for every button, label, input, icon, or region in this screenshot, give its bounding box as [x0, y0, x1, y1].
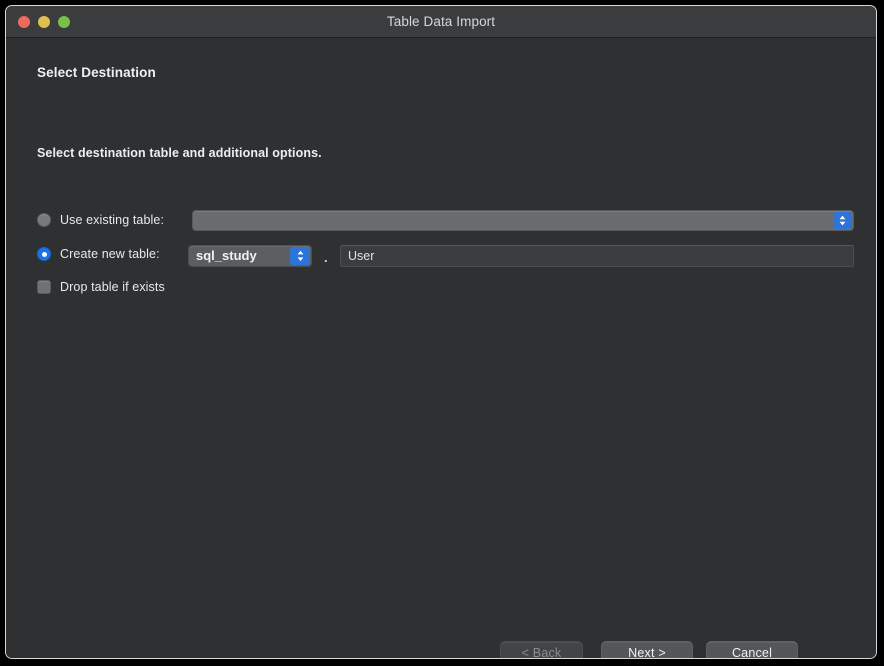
schema-select-value: sql_study	[196, 248, 257, 263]
next-button[interactable]: Next >	[601, 641, 693, 658]
section-instruction-label: Select destination table and additional …	[37, 146, 322, 160]
create-new-table-row[interactable]: Create new table:	[37, 242, 160, 266]
use-existing-table-label: Use existing table:	[60, 213, 165, 227]
create-new-table-label: Create new table:	[60, 247, 160, 261]
dialog-content: Select Destination Select destination ta…	[6, 38, 876, 658]
page-title: Select Destination	[37, 65, 156, 80]
chevron-updown-icon[interactable]	[833, 212, 852, 229]
dialog-footer: < Back Next > Cancel	[6, 641, 876, 658]
drop-table-if-exists-row[interactable]: Drop table if exists	[37, 276, 165, 298]
use-existing-table-radio[interactable]	[37, 213, 51, 227]
schema-select[interactable]: sql_study	[188, 245, 312, 267]
window-title: Table Data Import	[386, 14, 496, 29]
existing-table-combobox[interactable]	[192, 210, 854, 231]
new-table-name-input[interactable]: User	[340, 245, 854, 267]
window-titlebar: Table Data Import	[6, 6, 876, 38]
drop-table-if-exists-checkbox[interactable]	[37, 280, 51, 294]
use-existing-table-row[interactable]: Use existing table:	[37, 208, 164, 232]
back-button[interactable]: < Back	[500, 641, 583, 658]
new-table-name-value: User	[348, 249, 375, 263]
table-data-import-window: Table Data Import Select Destination Sel…	[5, 5, 877, 659]
chevron-updown-icon[interactable]	[290, 247, 310, 265]
schema-table-separator: .	[324, 250, 328, 265]
drop-table-if-exists-label: Drop table if exists	[60, 280, 165, 294]
create-new-table-radio[interactable]	[37, 247, 51, 261]
cancel-button[interactable]: Cancel	[706, 641, 798, 658]
